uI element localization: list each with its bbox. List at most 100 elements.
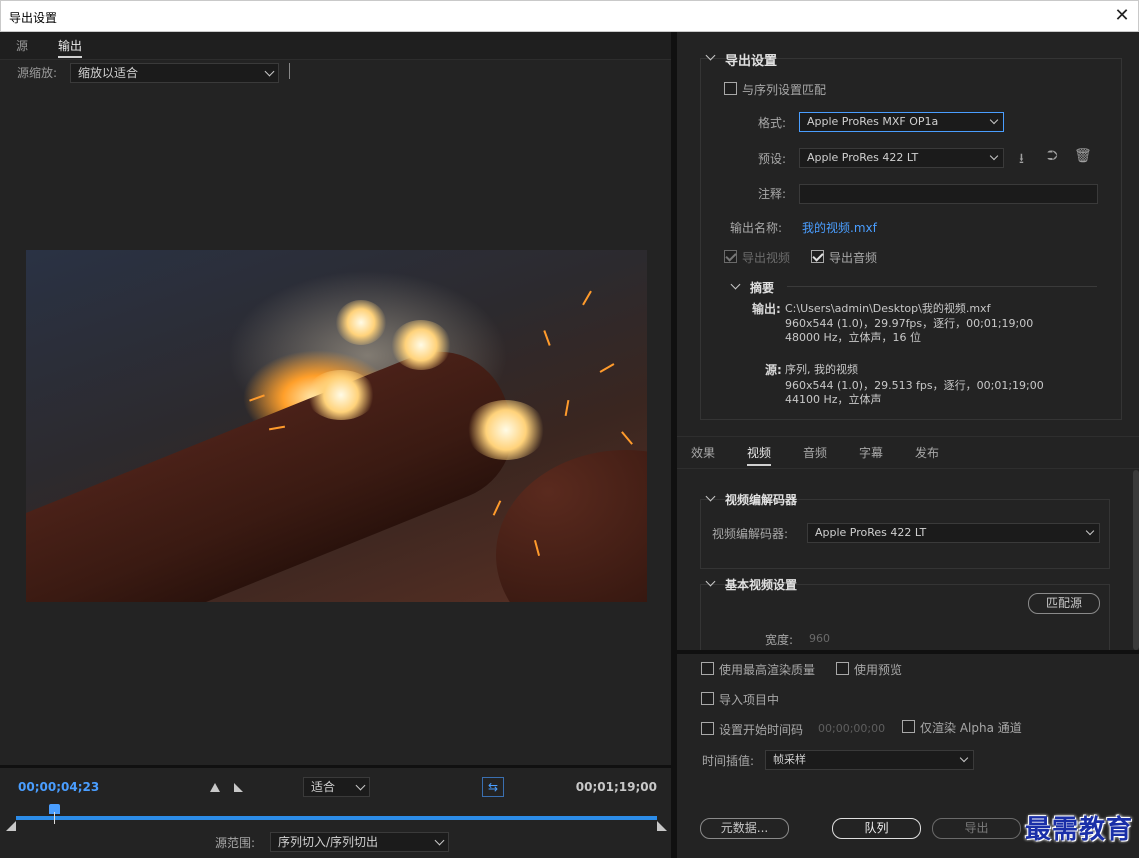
spark-glow <box>391 320 451 370</box>
spark <box>492 500 502 516</box>
source-zoom-dropdown[interactable]: 缩放以适合 <box>70 63 279 83</box>
time-interpolation-dropdown[interactable]: 帧采样 <box>765 750 974 770</box>
export-button[interactable]: 导出 <box>932 818 1021 839</box>
tab-output[interactable]: 输出 <box>58 37 83 58</box>
tab-audio[interactable]: 音频 <box>803 444 827 461</box>
summary-source-line: 序列, 我的视频 <box>785 363 858 376</box>
playhead-line <box>54 812 55 824</box>
source-zoom-label: 源缩放: <box>17 66 58 80</box>
max-render-quality-checkbox[interactable] <box>701 662 714 675</box>
time-interpolation-label: 时间插值: <box>702 754 755 768</box>
preview-pane: 源 输出 源缩放: 缩放以适合 00;00;04;23 适合 ⇆ 00;01;1… <box>0 32 671 858</box>
render-alpha-label: 仅渲染 Alpha 通道 <box>920 721 1022 735</box>
queue-button[interactable]: 队列 <box>832 818 921 839</box>
spark <box>249 394 265 402</box>
source-range-label: 源范围: <box>215 836 256 850</box>
summary-source-label: 源: <box>765 363 782 377</box>
comment-label: 注释: <box>758 187 787 201</box>
basic-video-header: 基本视频设置 <box>725 578 798 592</box>
time-interpolation-value: 帧采样 <box>773 753 806 766</box>
export-audio-label: 导出音频 <box>829 251 878 265</box>
divider <box>677 436 1139 437</box>
title-bar: 导出设置 ✕ <box>0 0 1139 32</box>
source-range-value: 序列切入/序列切出 <box>278 835 379 849</box>
export-audio-checkbox[interactable] <box>811 250 824 263</box>
set-start-timecode-label: 设置开始时间码 <box>719 723 804 737</box>
video-codec-label: 视频编解码器: <box>712 527 789 541</box>
chevron-down-icon <box>355 780 366 791</box>
summary-output-label: 输出: <box>752 302 781 316</box>
tab-source[interactable]: 源 <box>16 37 28 54</box>
chevron-down-icon <box>959 753 969 763</box>
close-icon[interactable]: ✕ <box>1110 4 1134 28</box>
preset-value: Apple ProRes 422 LT <box>807 151 919 164</box>
start-timecode-value[interactable]: 00;00;00;00 <box>818 722 885 735</box>
in-point-handle-icon[interactable] <box>6 821 16 831</box>
export-settings-header: 导出设置 <box>725 54 778 69</box>
tab-captions[interactable]: 字幕 <box>859 444 883 461</box>
match-sequence-checkbox[interactable] <box>724 82 737 95</box>
divider <box>289 63 290 79</box>
match-source-button[interactable]: 匹配源 <box>1028 593 1100 614</box>
use-previews-checkbox[interactable] <box>836 662 849 675</box>
preview-image-part <box>26 330 534 602</box>
chevron-down-icon <box>989 151 999 161</box>
save-preset-icon[interactable]: ⭳ <box>1019 148 1024 172</box>
max-render-quality-label: 使用最高渲染质量 <box>719 663 816 677</box>
metadata-button[interactable]: 元数据... <box>700 818 789 839</box>
set-in-point-icon[interactable] <box>210 783 220 792</box>
export-video-label: 导出视频 <box>742 251 791 265</box>
export-video-checkbox[interactable] <box>724 250 737 263</box>
comment-input[interactable] <box>799 184 1098 204</box>
fit-value: 适合 <box>311 780 336 794</box>
chevron-down-icon <box>264 66 275 77</box>
preview-tabs: 源 输出 <box>0 32 671 60</box>
fit-dropdown[interactable]: 适合 <box>303 777 370 797</box>
format-dropdown[interactable]: Apple ProRes MXF OP1a <box>799 112 1004 132</box>
set-start-timecode-checkbox[interactable] <box>701 722 714 735</box>
tab-publish[interactable]: 发布 <box>915 444 939 461</box>
width-label: 宽度: <box>765 633 794 647</box>
format-label: 格式: <box>758 116 787 130</box>
import-into-project-checkbox[interactable] <box>701 692 714 705</box>
summary-output-line: C:\Users\admin\Desktop\我的视频.mxf <box>785 302 991 315</box>
chevron-down-icon <box>434 835 445 846</box>
source-range-dropdown[interactable]: 序列切入/序列切出 <box>270 832 449 852</box>
spark-glow <box>466 400 546 460</box>
summary-output-line: 48000 Hz，立体声，16 位 <box>785 331 922 344</box>
tab-video[interactable]: 视频 <box>747 444 772 466</box>
spark <box>564 399 570 417</box>
out-point-handle-icon[interactable] <box>657 821 667 831</box>
set-out-point-icon[interactable] <box>234 783 243 792</box>
divider <box>677 468 1139 469</box>
timeline-bar: 00;00;04;23 适合 ⇆ 00;01;19;00 源范围: 序列切入/序… <box>0 765 671 858</box>
timeline-track[interactable] <box>16 816 657 820</box>
scrollbar[interactable] <box>1133 470 1139 650</box>
render-alpha-checkbox[interactable] <box>902 720 915 733</box>
output-name-label: 输出名称: <box>730 221 783 235</box>
window-title: 导出设置 <box>9 11 58 25</box>
settings-pane: 导出设置 与序列设置匹配 格式: Apple ProRes MXF OP1a 预… <box>677 32 1139 858</box>
use-previews-label: 使用预览 <box>854 663 903 677</box>
divider <box>787 286 1097 287</box>
summary-header: 摘要 <box>750 281 775 295</box>
delete-preset-icon[interactable]: 🗑 <box>1074 148 1092 164</box>
video-preview <box>26 250 647 602</box>
summary-source-line: 44100 Hz，立体声 <box>785 393 882 406</box>
spark-glow <box>306 370 376 420</box>
tab-effects[interactable]: 效果 <box>691 444 715 461</box>
spark <box>599 363 615 373</box>
spark <box>543 330 551 346</box>
format-value: Apple ProRes MXF OP1a <box>807 115 939 128</box>
video-codec-value: Apple ProRes 422 LT <box>815 526 927 539</box>
import-preset-icon[interactable]: ⮊ <box>1047 148 1058 164</box>
preset-dropdown[interactable]: Apple ProRes 422 LT <box>799 148 1004 168</box>
import-into-project-label: 导入项目中 <box>719 693 780 707</box>
aspect-correct-icon[interactable]: ⇆ <box>482 777 504 797</box>
width-value[interactable]: 960 <box>809 632 830 645</box>
video-codec-header: 视频编解码器 <box>725 493 798 507</box>
video-codec-dropdown[interactable]: Apple ProRes 422 LT <box>807 523 1100 543</box>
divider <box>677 650 1139 654</box>
current-timecode[interactable]: 00;00;04;23 <box>18 780 99 794</box>
output-name-link[interactable]: 我的视频.mxf <box>802 219 877 236</box>
